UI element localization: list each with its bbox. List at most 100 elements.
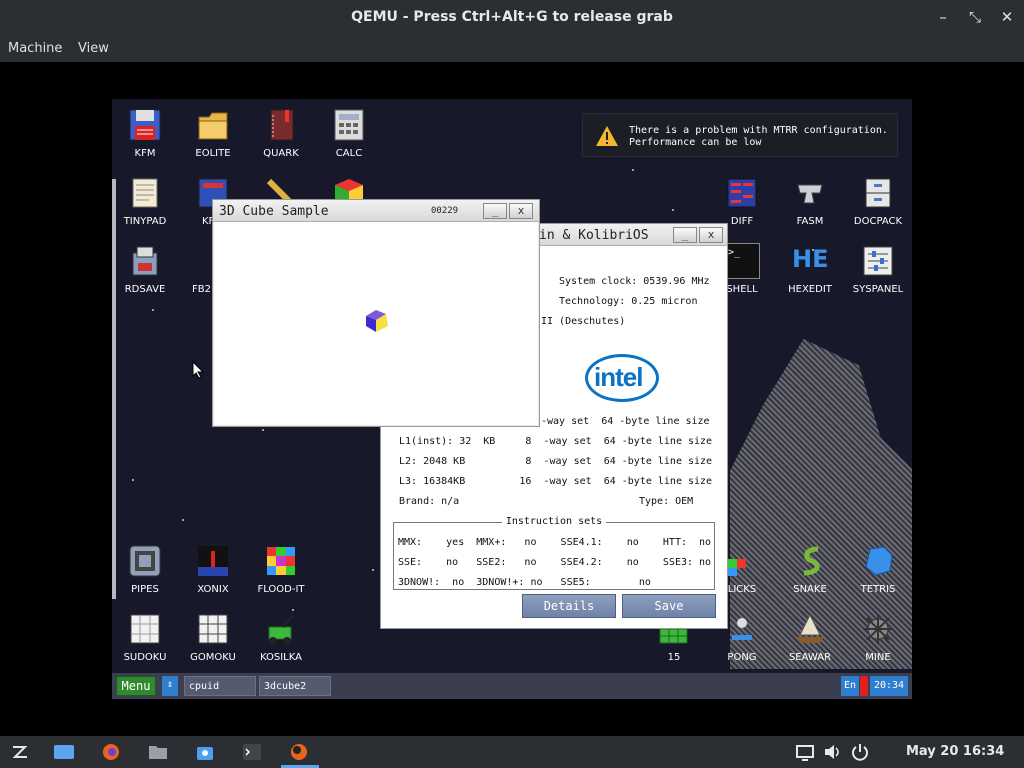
guest-desktop[interactable]: KFM EOLITE QUARK CALC TINYPAD KF RDSAVE … xyxy=(112,99,912,699)
desktop-icon-seawar[interactable]: SEAWAR xyxy=(777,611,843,663)
desktop-icon-gomoku[interactable]: GOMOKU xyxy=(180,611,246,663)
zorin-menu-icon[interactable] xyxy=(9,742,31,762)
icon-label: DOCPACK xyxy=(853,216,903,227)
mine-icon xyxy=(860,611,896,647)
instruction-row-2: SSE: no SSE2: no SSE4.2: no SSE3: no xyxy=(398,557,712,568)
cube-minimize-button[interactable]: _ xyxy=(483,203,507,219)
cpu-type: Type: OEM xyxy=(639,496,694,507)
l1-inst-cache: L1(inst): 32 KB 8 -way set 64 -byte line… xyxy=(399,436,713,447)
keyboard-layout-indicator[interactable]: En xyxy=(841,676,859,696)
intel-logo: intel xyxy=(585,354,659,402)
files-icon[interactable] xyxy=(147,742,169,762)
mtrr-warning-notification[interactable]: There is a problem with MTRR configurati… xyxy=(582,113,898,157)
cpuid-close-button[interactable]: x xyxy=(699,227,723,243)
icon-label: PONG xyxy=(727,652,757,663)
star-decoration xyxy=(182,519,184,521)
desktop-icon-tetris[interactable]: TETRIS xyxy=(845,543,911,595)
close-icon[interactable]: ✕ xyxy=(997,8,1017,26)
cpuid-title: in & KolibriOS xyxy=(539,228,649,243)
notebook-icon xyxy=(263,107,299,143)
xonix-icon xyxy=(195,543,231,579)
warning-icon xyxy=(596,126,618,146)
desktop-icon-pipes[interactable]: PIPES xyxy=(112,543,178,595)
window-switcher-icon[interactable] xyxy=(53,742,75,762)
task-button-3dcube2[interactable]: 3dcube2 xyxy=(259,676,331,696)
star-decoration xyxy=(132,479,134,481)
icon-label: CALC xyxy=(335,148,363,159)
save-button[interactable]: Save xyxy=(622,594,716,618)
qemu-app-icon[interactable] xyxy=(288,742,310,762)
desktop-icon-tinypad[interactable]: TINYPAD xyxy=(112,175,178,227)
blocks-icon xyxy=(724,543,760,579)
details-button[interactable]: Details xyxy=(522,594,616,618)
menu-view[interactable]: View xyxy=(78,41,109,56)
desktop-icon-fasm[interactable]: FASM xyxy=(777,175,843,227)
sudoku-grid-icon xyxy=(127,611,163,647)
tictactoe-icon xyxy=(195,611,231,647)
software-store-icon[interactable] xyxy=(194,742,216,762)
icon-label: PIPES xyxy=(131,584,159,595)
window-title: QEMU - Press Ctrl+Alt+G to release grab xyxy=(351,9,673,25)
icon-label: KFM xyxy=(134,148,156,159)
desktop-icon-kfm[interactable]: KFM xyxy=(112,107,178,159)
cpuid-minimize-button[interactable]: _ xyxy=(673,227,697,243)
host-clock[interactable]: May 20 16:34 xyxy=(906,744,1004,759)
start-menu-button[interactable]: Menu xyxy=(116,676,156,696)
power-icon[interactable] xyxy=(849,742,871,762)
firefox-icon[interactable] xyxy=(100,742,122,762)
icon-label: GOMOKU xyxy=(190,652,236,663)
desktop-icon-snake[interactable]: SNAKE xyxy=(777,543,843,595)
mouse-cursor-icon xyxy=(192,361,204,379)
cube-close-button[interactable]: x xyxy=(509,203,533,219)
desktop-icon-xonix[interactable]: XONIX xyxy=(180,543,246,595)
icon-label: KOSILKA xyxy=(260,652,302,663)
snake-icon xyxy=(792,543,828,579)
icon-label: RDSAVE xyxy=(124,284,166,295)
cube-titlebar[interactable]: 3D Cube Sample 00229 _ x xyxy=(213,200,539,222)
icon-label: SYSPANEL xyxy=(852,284,904,295)
desktop-icon-docpack[interactable]: DOCPACK xyxy=(845,175,911,227)
desktop-icon-kosilka[interactable]: KOSILKA xyxy=(248,611,314,663)
desktop-icon-rdsave[interactable]: RDSAVE xyxy=(112,243,178,295)
desktop-icon-calc[interactable]: CALC xyxy=(316,107,382,159)
icon-label: SNAKE xyxy=(793,584,827,595)
technology: Technology: 0.25 micron xyxy=(559,296,698,307)
desktop-icon-eolite[interactable]: EOLITE xyxy=(180,107,246,159)
desktop-icon-sudoku[interactable]: SUDOKU xyxy=(112,611,178,663)
ship-icon xyxy=(792,611,828,647)
l3-cache: L3: 16384KB 16 -way set 64 -byte line si… xyxy=(399,476,713,487)
desktop-icon-syspanel[interactable]: SYSPANEL xyxy=(845,243,911,295)
minimize-icon[interactable]: – xyxy=(933,8,953,26)
star-decoration xyxy=(152,309,154,311)
desktop-icon-mine[interactable]: MINE xyxy=(845,611,911,663)
cpu-family: II (Deschutes) xyxy=(541,316,626,327)
guest-clock[interactable]: 20:34 xyxy=(870,676,908,696)
menu-machine[interactable]: Machine xyxy=(8,41,62,56)
desktop-icon-flood-it[interactable]: FLOOD-IT xyxy=(248,543,314,595)
icon-label: MINE xyxy=(865,652,891,663)
pipes-icon xyxy=(127,543,163,579)
shell-prompt: >_ xyxy=(728,247,741,258)
cube-canvas[interactable] xyxy=(214,222,538,425)
desktop-icon-quark[interactable]: QUARK xyxy=(248,107,314,159)
intel-logo-text: intel xyxy=(594,362,643,392)
task-scroll-button[interactable]: ⇕ xyxy=(162,676,178,696)
cube-window[interactable]: 3D Cube Sample 00229 _ x xyxy=(212,199,540,427)
desktop-icon-diff[interactable]: DIFF xyxy=(709,175,775,227)
restore-icon[interactable]: ⤡ xyxy=(965,8,985,26)
brand: Brand: n/a xyxy=(399,496,460,507)
desktop-edge-bar xyxy=(112,179,116,599)
display-icon[interactable] xyxy=(794,742,816,762)
volume-icon[interactable] xyxy=(822,742,844,762)
task-button-cpuid[interactable]: cpuid xyxy=(184,676,256,696)
lawnmower-icon xyxy=(263,611,299,647)
star-decoration xyxy=(372,569,374,571)
icon-label: HEXEDIT xyxy=(788,284,832,295)
desktop-icon-hexedit[interactable]: HE HEXEDIT xyxy=(777,243,843,295)
folder-icon xyxy=(195,107,231,143)
color-grid-icon xyxy=(263,543,299,579)
terminal-icon[interactable] xyxy=(241,742,263,762)
icon-label: TINYPAD xyxy=(123,216,167,227)
calculator-icon xyxy=(331,107,367,143)
icon-label: FLOOD-IT xyxy=(257,584,305,595)
